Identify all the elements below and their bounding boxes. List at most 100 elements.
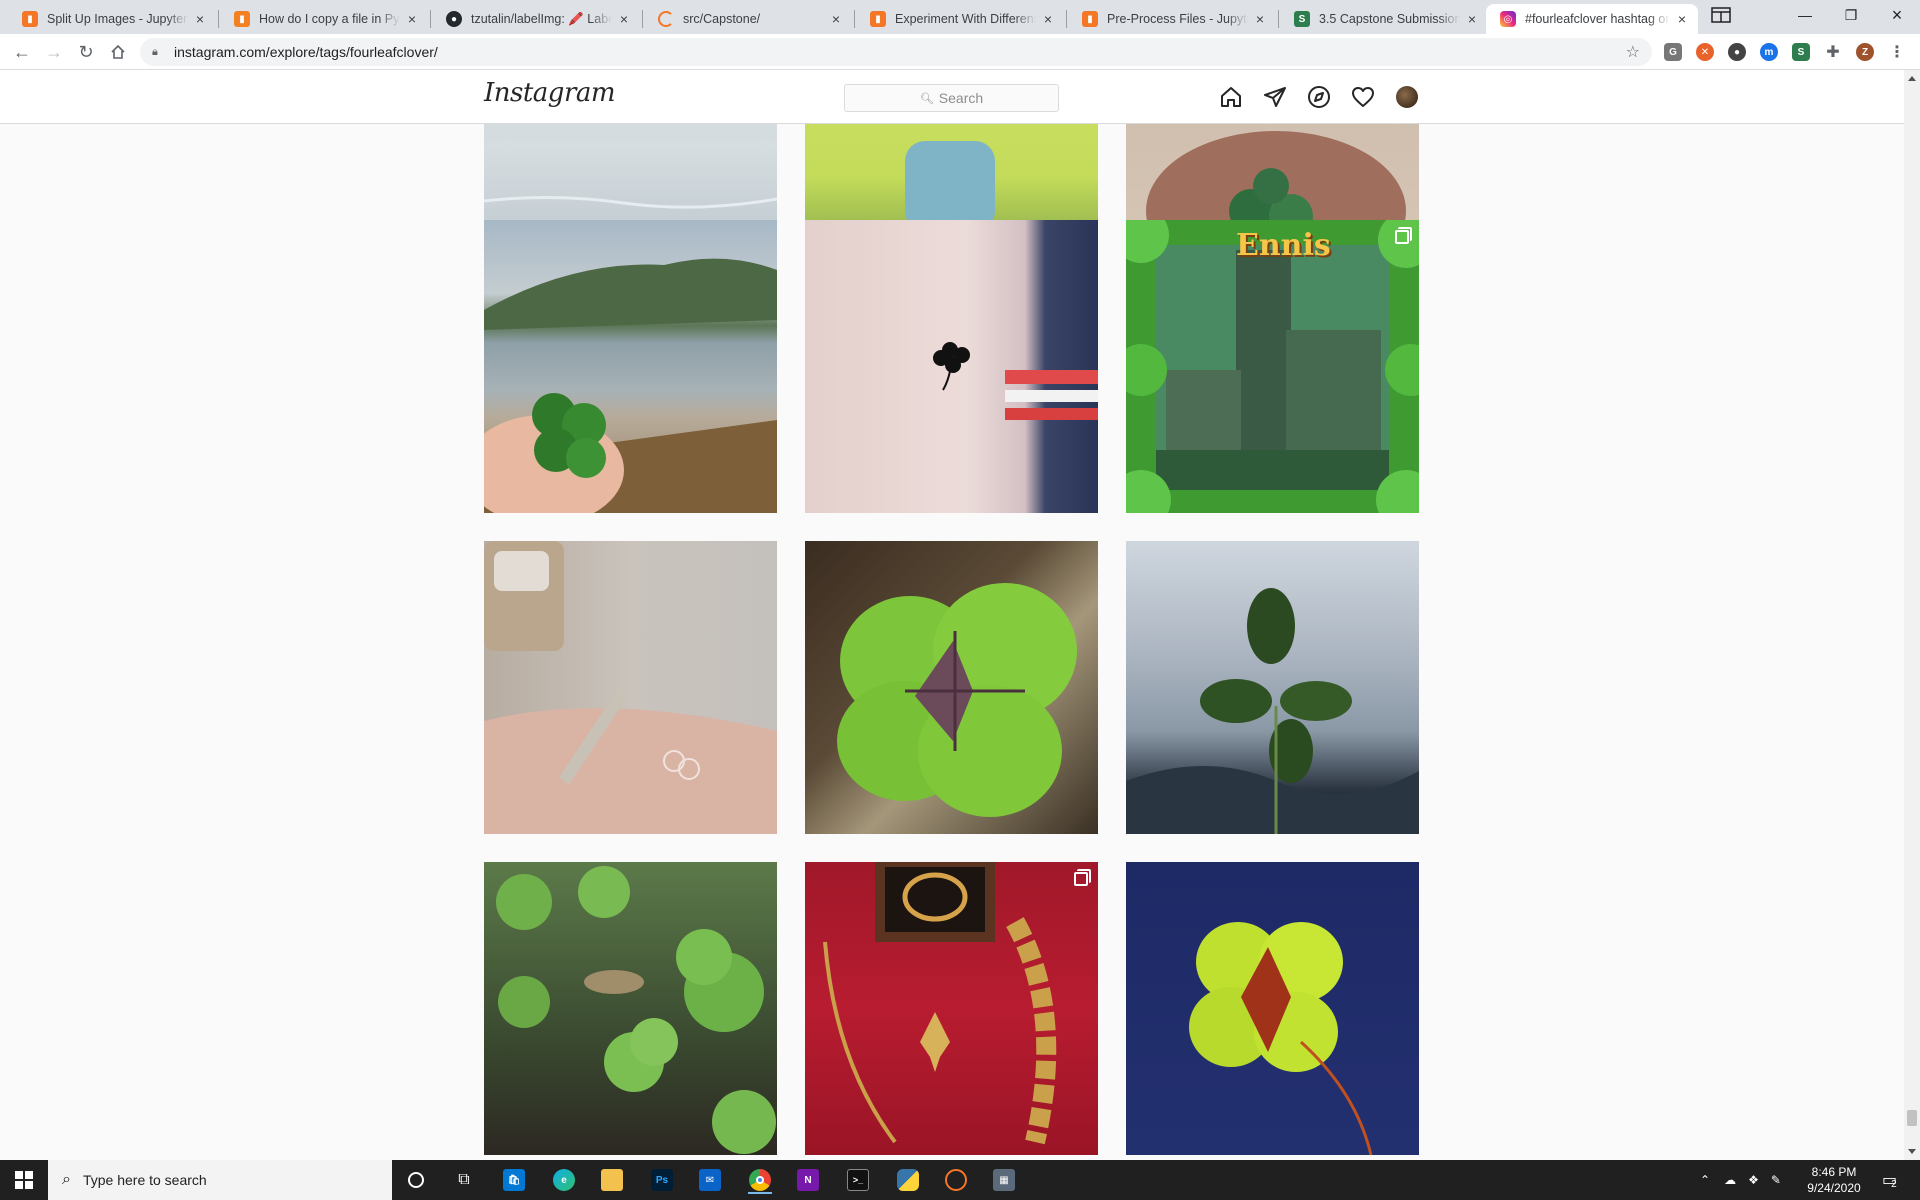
scroll-down-icon[interactable] bbox=[1908, 1149, 1916, 1154]
post-thumbnail[interactable] bbox=[1126, 862, 1419, 1155]
task-view-icon: ⧉ bbox=[458, 1171, 470, 1188]
scrollbar-thumb[interactable] bbox=[1907, 1110, 1917, 1126]
onedrive-icon[interactable]: ☁ bbox=[1724, 1173, 1736, 1187]
tab-separator bbox=[1278, 10, 1279, 28]
post-thumbnail[interactable]: Ennis bbox=[1126, 220, 1419, 513]
folder-icon bbox=[601, 1169, 623, 1191]
edge-app[interactable]: e bbox=[550, 1166, 578, 1194]
explore-nav-button[interactable] bbox=[1306, 84, 1332, 110]
profile-avatar[interactable]: Z bbox=[1856, 43, 1874, 61]
close-icon: × bbox=[1891, 4, 1903, 25]
extensions-puzzle-icon[interactable]: ✚ bbox=[1824, 43, 1842, 61]
jupyter-app[interactable] bbox=[942, 1166, 970, 1194]
instagram-icon: ◎ bbox=[1500, 11, 1516, 27]
home-button[interactable] bbox=[104, 38, 132, 66]
close-icon[interactable]: × bbox=[1252, 11, 1268, 27]
post-thumbnail[interactable] bbox=[805, 220, 1098, 513]
python-icon bbox=[897, 1169, 919, 1191]
tab-title: Pre-Process Files - Jupyter N bbox=[1107, 12, 1248, 26]
kebab-menu-icon[interactable]: ⋮ bbox=[1888, 43, 1906, 61]
start-button[interactable] bbox=[0, 1160, 48, 1200]
onenote-icon: N bbox=[797, 1169, 819, 1191]
mail-icon: ✉ bbox=[699, 1169, 721, 1191]
close-icon[interactable]: × bbox=[1040, 11, 1056, 27]
cortana-button[interactable] bbox=[402, 1166, 430, 1194]
close-icon[interactable]: × bbox=[1464, 11, 1480, 27]
forward-button[interactable]: → bbox=[40, 38, 68, 66]
activity-heart-icon bbox=[1352, 87, 1374, 107]
springboard-ext-icon[interactable]: S bbox=[1792, 43, 1810, 61]
search-input[interactable]: 🔍︎ Search bbox=[844, 84, 1059, 112]
tab-copy-file-python[interactable]: ▮ How do I copy a file in Pyth × bbox=[220, 4, 428, 34]
activity-nav-button[interactable] bbox=[1350, 84, 1376, 110]
close-icon[interactable]: × bbox=[192, 11, 208, 27]
reload-button[interactable]: ↻ bbox=[72, 38, 100, 66]
post-thumbnail[interactable] bbox=[1126, 541, 1419, 834]
white-ink-tattoo-image bbox=[484, 541, 777, 834]
tab-preprocess-files[interactable]: ▮ Pre-Process Files - Jupyter N × bbox=[1068, 4, 1276, 34]
tab-separator bbox=[430, 10, 431, 28]
onenote-app[interactable]: N bbox=[794, 1166, 822, 1194]
scroll-up-icon[interactable] bbox=[1908, 76, 1916, 81]
direct-nav-button[interactable] bbox=[1262, 84, 1288, 110]
address-bar[interactable]: 🔒︎ instagram.com/explore/tags/fourleafcl… bbox=[140, 38, 1652, 66]
file-explorer-app[interactable] bbox=[598, 1166, 626, 1194]
close-icon[interactable]: × bbox=[1674, 11, 1690, 27]
close-icon[interactable]: × bbox=[404, 11, 420, 27]
instagram-header: Instagram 🔍︎ Search bbox=[0, 70, 1904, 124]
photoshop-app[interactable]: Ps bbox=[648, 1166, 676, 1194]
home-icon bbox=[1221, 87, 1241, 107]
tab-labelimg-github[interactable]: ● tzutalin/labelImg: 🖍️ Labeli × bbox=[432, 4, 640, 34]
grammarly-ext-icon[interactable]: G bbox=[1664, 43, 1682, 61]
tab-title: Split Up Images - Jupyter N bbox=[47, 12, 188, 26]
taskbar-clock[interactable]: 8:46 PM 9/24/2020 bbox=[1790, 1164, 1878, 1196]
dropbox-icon[interactable]: ❖ bbox=[1748, 1173, 1759, 1187]
pen-icon[interactable]: ✎ bbox=[1771, 1173, 1781, 1187]
dark-reader-ext-icon[interactable]: ● bbox=[1728, 43, 1746, 61]
post-thumbnail[interactable] bbox=[805, 862, 1098, 1155]
close-window-button[interactable]: × bbox=[1874, 0, 1920, 30]
tab-capstone-submission[interactable]: S 3.5 Capstone Submission - G × bbox=[1280, 4, 1488, 34]
post-thumbnail[interactable] bbox=[805, 541, 1098, 834]
mail-app[interactable]: ✉ bbox=[696, 1166, 724, 1194]
jupyter-icon: ▮ bbox=[870, 11, 886, 27]
action-center-button[interactable]: ▭ 2 bbox=[1882, 1160, 1897, 1200]
tab-title: #fourleafclover hashtag on bbox=[1525, 12, 1670, 26]
github-icon: ● bbox=[446, 11, 462, 27]
page-scrollbar[interactable] bbox=[1904, 70, 1920, 1160]
python-app[interactable] bbox=[894, 1166, 922, 1194]
tab-title: 3.5 Capstone Submission - G bbox=[1319, 12, 1460, 26]
back-button[interactable]: ← bbox=[8, 38, 36, 66]
close-icon[interactable]: × bbox=[616, 11, 632, 27]
post-thumbnail[interactable] bbox=[484, 862, 777, 1155]
mendeley-ext-icon[interactable]: m bbox=[1760, 43, 1778, 61]
profile-nav-button[interactable] bbox=[1394, 84, 1420, 110]
instagram-logo[interactable]: Instagram bbox=[484, 78, 616, 108]
tray-chevron-up-icon[interactable]: ⌃ bbox=[1700, 1173, 1710, 1187]
calculator-icon: ▦ bbox=[993, 1169, 1015, 1191]
new-tab-button[interactable] bbox=[1698, 0, 1744, 30]
minimize-button[interactable]: — bbox=[1782, 0, 1828, 30]
store-app[interactable]: 🛍︎ bbox=[500, 1166, 528, 1194]
post-thumbnail[interactable] bbox=[484, 541, 777, 834]
tab-split-up-images[interactable]: ▮ Split Up Images - Jupyter N × bbox=[8, 4, 216, 34]
post-thumbnail[interactable] bbox=[484, 220, 777, 513]
tab-experiment-models[interactable]: ▮ Experiment With Different M × bbox=[856, 4, 1064, 34]
honey-ext-icon[interactable]: ✕ bbox=[1696, 43, 1714, 61]
chrome-icon bbox=[749, 1169, 771, 1191]
bookmark-star-icon[interactable]: ☆ bbox=[1626, 42, 1640, 62]
terminal-app[interactable]: >_ bbox=[844, 1166, 872, 1194]
wrist-clover-tattoo-image bbox=[933, 342, 1098, 420]
chrome-app[interactable] bbox=[746, 1166, 774, 1194]
close-icon[interactable]: × bbox=[828, 11, 844, 27]
clock-date: 9/24/2020 bbox=[1807, 1181, 1861, 1195]
browser-toolbar: ← → ↻ 🔒︎ instagram.com/explore/tags/four… bbox=[0, 34, 1920, 70]
home-nav-button[interactable] bbox=[1218, 84, 1244, 110]
taskbar-search-input[interactable]: ⌕ Type here to search bbox=[48, 1160, 392, 1200]
restore-button[interactable]: ❐ bbox=[1828, 0, 1874, 30]
tab-src-capstone[interactable]: src/Capstone/ × bbox=[644, 4, 852, 34]
carousel-icon bbox=[1395, 227, 1412, 244]
calculator-app[interactable]: ▦ bbox=[990, 1166, 1018, 1194]
tab-fourleafclover-instagram[interactable]: ◎ #fourleafclover hashtag on × bbox=[1486, 4, 1698, 34]
task-view-button[interactable]: ⧉ bbox=[450, 1166, 478, 1194]
